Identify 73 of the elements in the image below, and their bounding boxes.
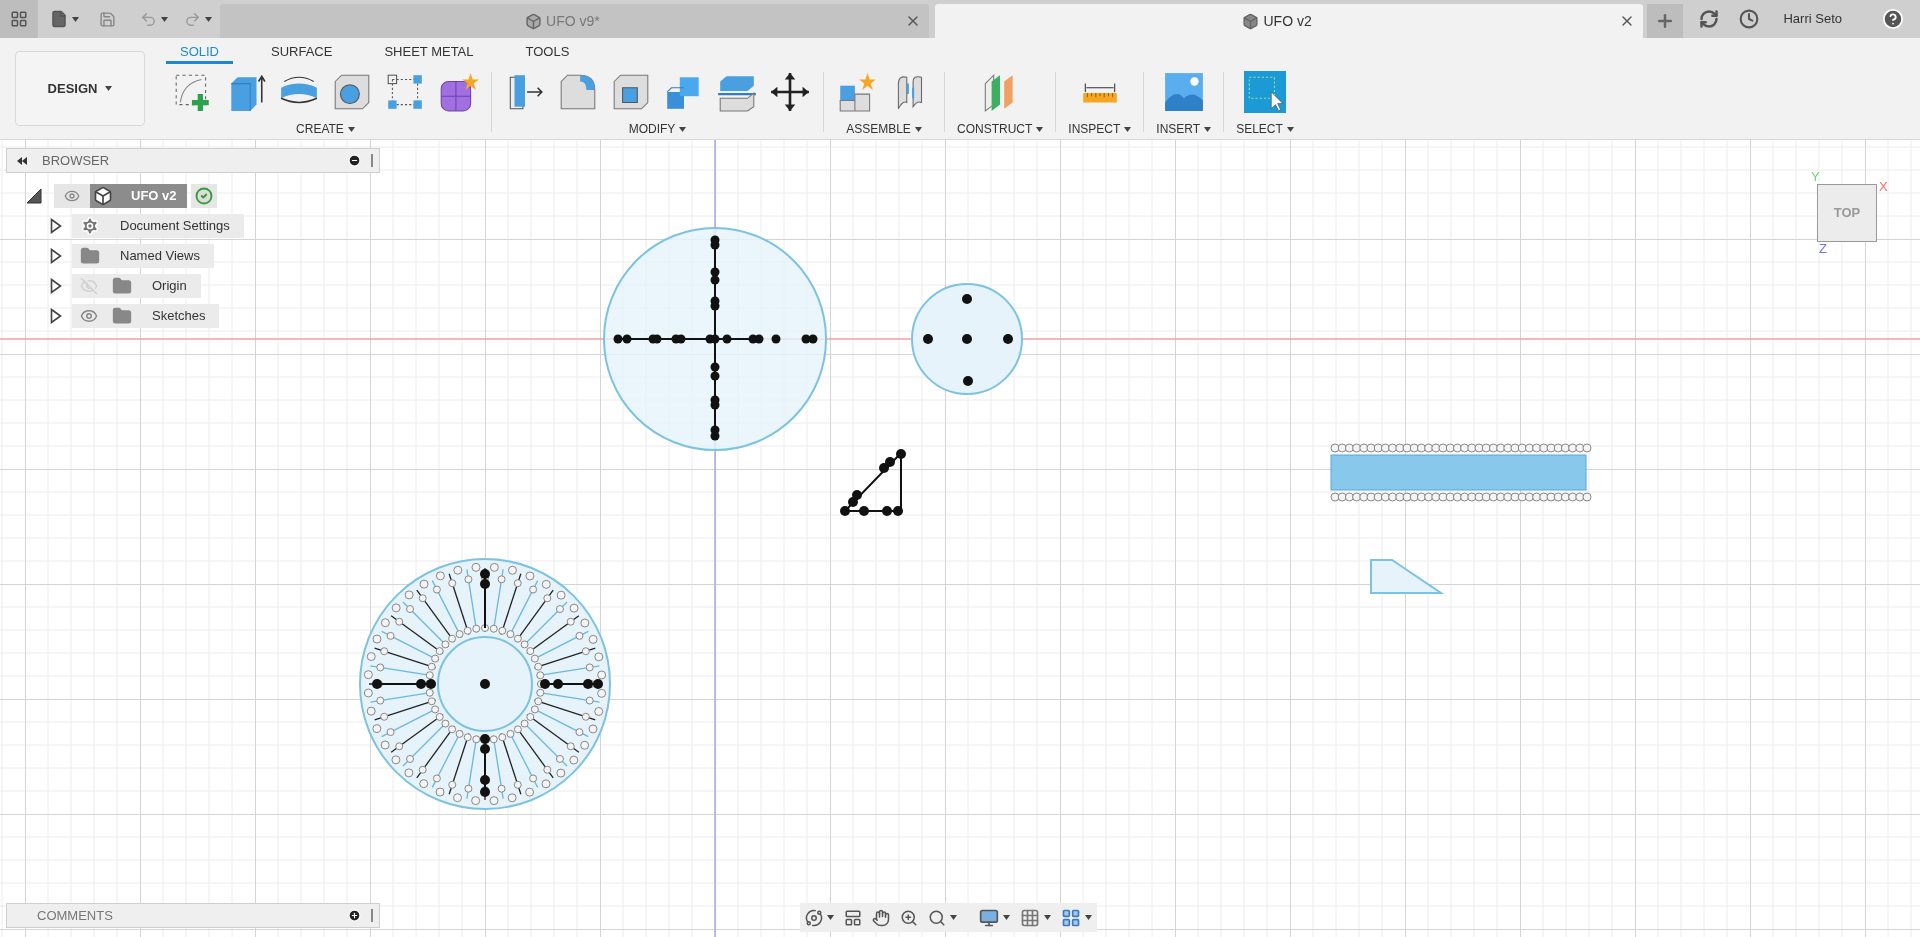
axis-label: Z <box>1819 242 1827 255</box>
document-tab[interactable]: UFO v2 <box>934 4 1644 38</box>
grid-icon[interactable] <box>1020 907 1040 928</box>
caret-icon <box>914 126 922 132</box>
expand-triangle-icon[interactable] <box>50 248 62 264</box>
expand-triangle-icon[interactable] <box>50 218 62 234</box>
caret-icon <box>1085 915 1092 920</box>
clock-icon[interactable] <box>1739 9 1760 29</box>
apps-icon[interactable] <box>10 10 28 28</box>
move-icon[interactable] <box>769 71 811 113</box>
caret-icon <box>950 915 957 920</box>
zoom-window-icon[interactable] <box>928 908 946 927</box>
check-icon[interactable] <box>195 187 213 205</box>
browser-item[interactable]: Sketches <box>72 304 220 328</box>
viewports-icon[interactable] <box>1061 907 1081 928</box>
tab-title: UFO v9* <box>546 11 600 31</box>
add-comment-icon[interactable] <box>348 909 361 922</box>
caret-icon <box>827 915 834 920</box>
browser-title: BROWSER <box>42 151 110 170</box>
tool-group-menu[interactable]: CREATE <box>296 120 355 138</box>
file-icon[interactable] <box>50 10 68 28</box>
expand-triangle-icon[interactable] <box>50 278 62 294</box>
toolbar-tab[interactable]: TOOLS <box>511 42 584 64</box>
zoom-icon[interactable] <box>900 908 918 927</box>
caret-icon <box>347 126 355 132</box>
help-icon[interactable] <box>1882 8 1904 30</box>
pan-icon[interactable] <box>872 908 890 927</box>
caret-icon <box>1003 915 1010 920</box>
eye-icon[interactable] <box>80 307 98 325</box>
folder-icon <box>80 246 100 266</box>
tool-group-menu[interactable]: SELECT <box>1236 120 1294 138</box>
folder-icon <box>112 306 132 326</box>
tool-group-menu[interactable]: INSPECT <box>1068 120 1132 138</box>
workspace-menu[interactable]: DESIGN <box>15 51 145 126</box>
cube-icon <box>525 12 542 30</box>
select-icon[interactable] <box>1244 71 1286 113</box>
folder-icon <box>112 276 132 296</box>
caret-icon <box>1044 915 1051 920</box>
axis-label: Y <box>1811 170 1820 183</box>
expand-triangle-icon[interactable] <box>50 308 62 324</box>
caret-icon <box>105 86 113 91</box>
browser-item[interactable]: Document Settings <box>72 214 244 238</box>
caret-icon <box>679 126 687 132</box>
toolbar-tab[interactable]: SURFACE <box>257 42 347 64</box>
tab-title: UFO v2 <box>1263 11 1312 31</box>
tool-group-menu[interactable]: ASSEMBLE <box>846 120 922 138</box>
tool-group-menu[interactable]: CONSTRUCT <box>957 120 1044 138</box>
expand-triangle-icon[interactable] <box>26 188 42 204</box>
tool-group-menu[interactable]: MODIFY <box>628 120 687 138</box>
minimize-icon[interactable] <box>348 154 361 167</box>
comments-title: COMMENTS <box>37 906 113 925</box>
caret-icon <box>72 16 79 22</box>
collapse-icon[interactable] <box>17 156 28 165</box>
caret-icon <box>1204 126 1212 132</box>
orbit-icon[interactable] <box>805 908 823 927</box>
eye-icon[interactable] <box>64 188 80 204</box>
browser-item[interactable]: Named Views <box>72 244 214 268</box>
triangle-sketch-drawing <box>840 449 906 516</box>
caret-icon <box>1124 126 1132 132</box>
image-icon[interactable] <box>1162 71 1205 113</box>
display-icon[interactable] <box>979 907 999 928</box>
cube-icon <box>1242 12 1260 30</box>
cube-icon <box>93 186 113 206</box>
axis-label: X <box>1879 180 1888 193</box>
caret-icon <box>205 16 212 22</box>
user-name[interactable]: Harri Seto <box>1783 9 1842 29</box>
gear-icon <box>80 216 100 236</box>
caret-icon <box>1286 126 1294 132</box>
browser-item[interactable]: Origin <box>72 274 201 298</box>
caret-icon <box>161 16 168 22</box>
toolbar-tab[interactable]: SHEET METAL <box>370 42 488 64</box>
tool-group-menu[interactable]: INSERT <box>1156 120 1212 138</box>
caret-icon <box>1036 126 1044 132</box>
